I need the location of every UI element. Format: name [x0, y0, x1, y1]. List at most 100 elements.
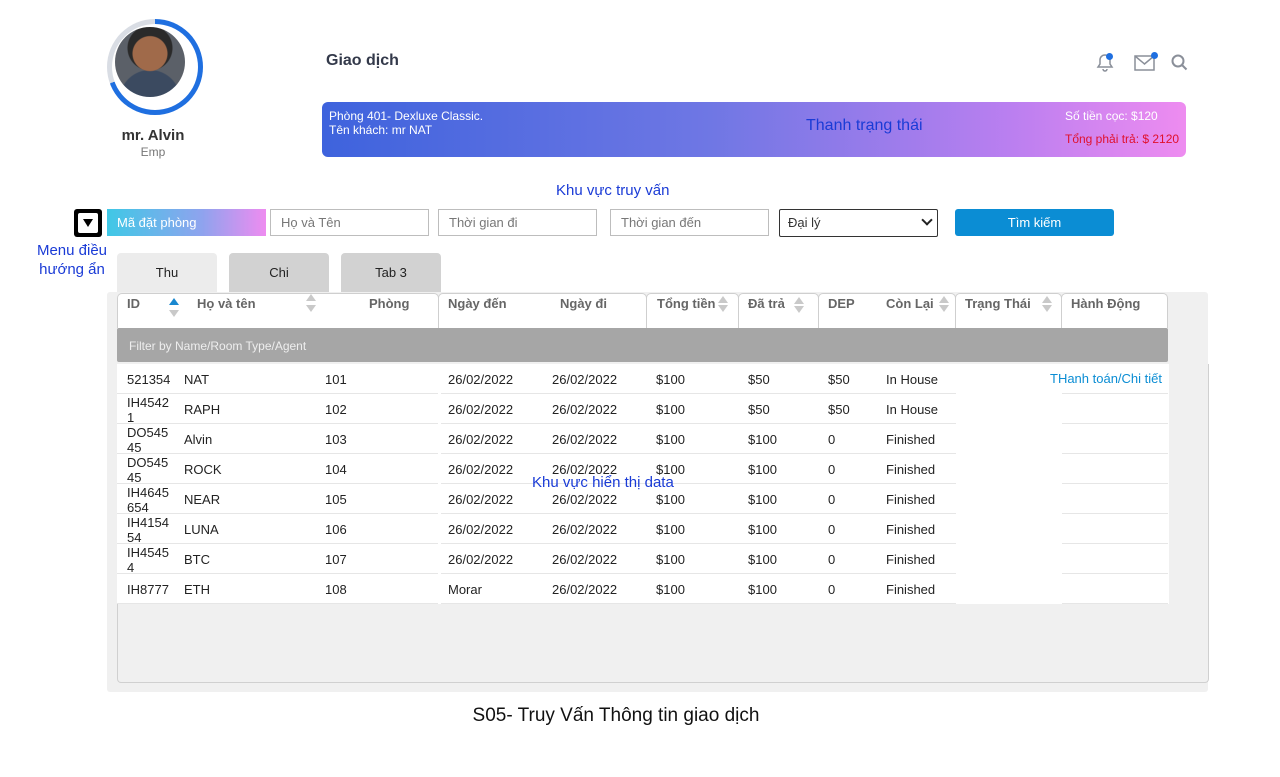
column-header-name[interactable]: Họ và tên	[197, 296, 256, 311]
cell-depart: 26/02/2022	[552, 522, 618, 537]
cell-paid: $100	[748, 492, 777, 507]
sort-asc-icon[interactable]	[939, 296, 949, 303]
cell-name: ETH	[184, 582, 210, 597]
cell-name: NEAR	[184, 492, 221, 507]
chevron-down-icon	[921, 214, 933, 226]
sort-asc-icon[interactable]	[306, 294, 316, 301]
cell-room: 107	[325, 552, 347, 567]
status-total: Tổng phải trả: $ 2120	[1065, 132, 1180, 146]
sort-desc-icon[interactable]	[718, 305, 728, 312]
caret-down-icon	[83, 219, 93, 227]
cell-arrive: 26/02/2022	[448, 402, 514, 417]
sort-desc-icon[interactable]	[939, 305, 949, 312]
cell-room: 101	[325, 372, 347, 387]
table-row[interactable]: 521354 NAT 101 26/02/2022 26/02/2022 $100 $50 $…	[117, 364, 1169, 394]
cell-depart: 26/02/2022	[552, 582, 618, 597]
table-row[interactable]: IH4545 4 BTC 107 26/02/2022 26/02/2022 $100 $1…	[117, 544, 1169, 575]
page-title: Giao dịch	[326, 52, 399, 69]
cell-name: Alvin	[184, 432, 213, 447]
cell-dep: 0	[828, 492, 836, 507]
tab-thu[interactable]: Thu	[117, 253, 217, 293]
cell-dep: 0	[828, 552, 836, 567]
menu-toggle-button[interactable]	[74, 209, 102, 237]
cell-status: Finished	[886, 432, 936, 447]
cell-name: NAT	[184, 372, 210, 387]
sort-desc-icon[interactable]	[1042, 305, 1052, 312]
status-room: Phòng 401- Dexluxe Classic.	[329, 109, 484, 123]
search-icon[interactable]	[1169, 52, 1191, 74]
cell-paid: $100	[748, 432, 777, 447]
cell-id: IH8777	[127, 582, 169, 597]
cell-status: Finished	[886, 522, 936, 537]
screen-caption: S05- Truy Vấn Thông tin giao dịch	[472, 705, 760, 726]
column-header-total[interactable]: Tổng tiền	[657, 296, 716, 311]
cell-dep: $50	[828, 372, 850, 387]
column-header-status[interactable]: Trạng Thái	[965, 296, 1031, 311]
arrive-time-input[interactable]	[610, 209, 769, 236]
row-divider	[647, 603, 739, 604]
cell-id: IH4645 654	[127, 485, 169, 515]
table-row[interactable]: IH4154 54 LUNA 106 26/02/2022 26/02/2022 $100…	[117, 514, 1169, 545]
cell-dep: 0	[828, 432, 836, 447]
row-divider	[117, 603, 438, 604]
cell-status: In House	[886, 402, 939, 417]
sort-asc-icon[interactable]	[1042, 296, 1052, 303]
column-header-paid[interactable]: Đã trả	[748, 296, 785, 311]
row-divider	[441, 603, 647, 604]
cell-dep: 0	[828, 522, 836, 537]
sort-desc-icon[interactable]	[306, 305, 316, 312]
cell-room: 106	[325, 522, 347, 537]
column-header-depart[interactable]: Ngày đi	[560, 296, 607, 311]
cell-arrive: 26/02/2022	[448, 462, 514, 477]
booking-code-field[interactable]: Mã đặt phòng	[107, 209, 266, 236]
cell-total: $100	[656, 372, 685, 387]
table-row[interactable]: DO545 45 Alvin 103 26/02/2022 26/02/2022 $100…	[117, 424, 1169, 455]
sort-asc-icon[interactable]	[794, 297, 804, 304]
cell-status: Finished	[886, 492, 936, 507]
cell-depart: 26/02/2022	[552, 372, 618, 387]
cell-id: IH4545 4	[127, 545, 169, 575]
cell-name: ROCK	[184, 462, 222, 477]
cell-depart: 26/02/2022	[552, 432, 618, 447]
name-input[interactable]	[270, 209, 429, 236]
column-header-room[interactable]: Phòng	[369, 296, 409, 311]
sort-desc-icon[interactable]	[794, 306, 804, 313]
cell-total: $100	[656, 432, 685, 447]
cell-total: $100	[656, 492, 685, 507]
column-header-arrive[interactable]: Ngày đến	[448, 296, 507, 311]
cell-total: $100	[656, 582, 685, 597]
depart-time-input[interactable]	[438, 209, 597, 236]
sort-asc-icon[interactable]	[169, 298, 179, 305]
column-header-dep[interactable]: DEP	[828, 296, 855, 311]
search-button[interactable]: Tìm kiếm	[955, 209, 1114, 236]
row-divider	[739, 603, 819, 604]
cell-status: Finished	[886, 582, 936, 597]
sort-asc-icon[interactable]	[718, 296, 728, 303]
column-header-action: Hành Động	[1071, 296, 1141, 311]
table-row[interactable]: IH8777 ETH 108 Morar 26/02/2022 $100 $100 0 Fini…	[117, 574, 1169, 604]
bell-icon[interactable]	[1094, 52, 1116, 74]
tab-chi[interactable]: Chi	[229, 253, 329, 293]
sort-desc-icon[interactable]	[169, 310, 179, 317]
table-row[interactable]: IH4542 1 RAPH 102 26/02/2022 26/02/2022 $100 $…	[117, 394, 1169, 425]
cell-name: RAPH	[184, 402, 221, 417]
cell-id: IH4154 54	[127, 515, 169, 545]
cell-room: 102	[325, 402, 347, 417]
profile-role: Emp	[140, 145, 166, 159]
mail-icon[interactable]	[1133, 52, 1159, 74]
tab-3[interactable]: Tab 3	[341, 253, 441, 293]
avatar[interactable]	[107, 19, 203, 115]
cell-arrive: 26/02/2022	[448, 432, 514, 447]
cell-paid: $100	[748, 552, 777, 567]
table-filter-placeholder: Filter by Name/Room Type/Agent	[129, 339, 307, 353]
column-header-remaining[interactable]: Còn Lại	[886, 296, 934, 311]
column-header-id[interactable]: ID	[127, 296, 140, 311]
cell-total: $100	[656, 402, 685, 417]
cell-status: Finished	[886, 462, 936, 477]
table-filter-input[interactable]: Filter by Name/Room Type/Agent	[117, 328, 1168, 362]
cell-paid: $50	[748, 402, 770, 417]
cell-name: BTC	[184, 552, 210, 567]
agent-select[interactable]: Đại lý	[779, 209, 938, 237]
cell-id: IH4542 1	[127, 395, 169, 425]
payment-detail-link[interactable]: THanh toán/Chi tiết	[1050, 371, 1162, 386]
